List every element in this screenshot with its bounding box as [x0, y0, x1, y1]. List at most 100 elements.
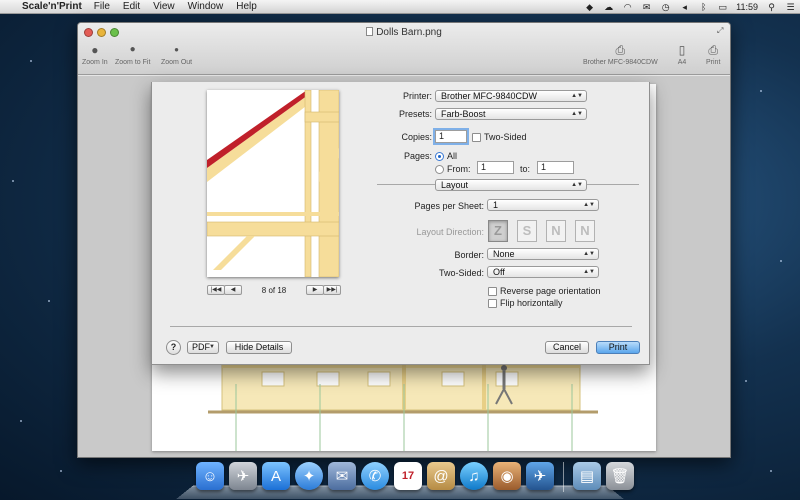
menu-view[interactable]: View — [153, 1, 175, 12]
bottom-separator — [170, 326, 632, 327]
menu-bar: Scale'n'Print File Edit View Window Help… — [0, 0, 800, 14]
pages-per-sheet-label: Pages per Sheet: — [414, 201, 484, 211]
menu-help[interactable]: Help — [236, 1, 257, 12]
battery-icon[interactable]: ▭ — [717, 2, 728, 12]
presets-label: Presets: — [398, 109, 432, 119]
scale-n-print-icon[interactable]: ✈ — [526, 462, 554, 490]
printer-popup[interactable]: Brother MFC-9840CDW ▲▼ — [435, 90, 587, 102]
zoom-to-fit-button[interactable]: ● Zoom to Fit — [115, 43, 150, 66]
print-dialog: |◀◀ ◀ 8 of 18 ▶ ▶▶| Printer: Brother MFC… — [151, 82, 650, 365]
two-sided-checkbox[interactable] — [472, 133, 481, 142]
printer-label: Printer: — [402, 91, 432, 101]
fullscreen-icon[interactable]: ⤢ — [717, 26, 726, 35]
paper-size-selector[interactable]: ▯ A4 — [675, 43, 689, 66]
popup-arrows-icon: ▲▼ — [583, 202, 595, 208]
menubar-clock[interactable]: 11:59 — [736, 2, 758, 12]
print-button[interactable]: Print — [596, 341, 640, 354]
messages-icon[interactable]: ✆ — [361, 462, 389, 490]
first-page-button[interactable]: |◀◀ — [207, 285, 225, 295]
pages-per-sheet-popup[interactable]: 1 ▲▼ — [487, 199, 599, 211]
notification-center-icon[interactable]: ☰ — [785, 2, 796, 12]
app-menu[interactable]: Scale'n'Print — [22, 1, 82, 12]
two-sided-popup[interactable]: Off ▲▼ — [487, 266, 599, 278]
presets-popup[interactable]: Farb-Boost ▲▼ — [435, 108, 587, 120]
iphoto-icon[interactable]: ◉ — [493, 462, 521, 490]
menu-file[interactable]: File — [94, 1, 110, 12]
hide-details-button[interactable]: Hide Details — [226, 341, 292, 354]
zoom-in-button[interactable]: ● Zoom In — [82, 43, 108, 66]
popup-arrows-icon: ▲▼ — [571, 111, 583, 117]
dropbox-icon[interactable]: ◆ — [584, 2, 595, 12]
person-large-icon: ● — [91, 43, 99, 57]
volume-icon[interactable]: ◂ — [679, 2, 690, 12]
zoom-out-button[interactable]: ● Zoom Out — [161, 43, 192, 66]
applications-folder-icon[interactable]: ▤ — [573, 462, 601, 490]
preview-image — [207, 90, 339, 277]
spotlight-icon[interactable]: ⚲ — [766, 2, 777, 12]
border-popup[interactable]: None ▲▼ — [487, 248, 599, 260]
wifi-icon[interactable]: ◠ — [622, 2, 633, 12]
pages-from-label: From: — [447, 164, 471, 174]
pages-all-label: All — [447, 151, 458, 161]
dock: ☺ ✈ A ✦ ✉ ✆ 17 @ ♫ ◉ ✈ ▤ 🗑 — [196, 462, 634, 496]
trash-icon[interactable]: 🗑 — [606, 462, 634, 490]
cancel-button[interactable]: Cancel — [545, 341, 589, 354]
copies-label: Copies: — [401, 132, 432, 142]
finder-icon[interactable]: ☺ — [196, 462, 224, 490]
printer-selector[interactable]: ⎙ Brother MFC-9840CDW — [583, 43, 658, 66]
itunes-icon[interactable]: ♫ — [460, 462, 488, 490]
launchpad-icon[interactable]: ✈ — [229, 462, 257, 490]
person-medium-icon: ● — [129, 44, 136, 55]
pages-to-label: to: — [520, 164, 531, 174]
pages-from-field[interactable]: 1 — [477, 161, 514, 174]
dock-separator — [563, 462, 564, 492]
flip-horizontally-label: Flip horizontally — [500, 298, 563, 308]
direction-s-button[interactable]: S — [517, 220, 537, 242]
reverse-orientation-checkbox[interactable] — [488, 287, 497, 296]
pages-all-radio[interactable] — [435, 152, 444, 161]
direction-n-reverse-button[interactable]: N — [575, 220, 595, 242]
clock-icon[interactable]: ◷ — [660, 2, 671, 12]
print-preview — [207, 90, 339, 277]
document-icon — [366, 27, 374, 36]
layout-direction-label: Layout Direction: — [416, 227, 484, 237]
window-title: Dolls Barn.png — [78, 27, 730, 38]
flip-horizontally-checkbox[interactable] — [488, 299, 497, 308]
chevron-down-icon: ▼ — [209, 344, 215, 350]
last-page-button[interactable]: ▶▶| — [323, 285, 341, 295]
popup-arrows-icon: ▲▼ — [583, 251, 595, 257]
popup-arrows-icon: ▲▼ — [583, 269, 595, 275]
next-page-button[interactable]: ▶ — [306, 285, 324, 295]
pages-to-field[interactable]: 1 — [537, 161, 574, 174]
two-sided-label: Two-Sided: — [438, 268, 484, 278]
copies-field[interactable]: 1 — [435, 130, 467, 143]
pages-label: Pages: — [403, 151, 432, 161]
page-icon: ▯ — [678, 43, 686, 57]
printer-device-icon: ⎙ — [615, 43, 626, 57]
title-bar: Dolls Barn.png ⤢ ● Zoom In ● Zoom to Fit… — [78, 23, 730, 75]
direction-n-button[interactable]: N — [546, 220, 566, 242]
pages-range-radio[interactable] — [435, 165, 444, 174]
pdf-menu-button[interactable]: PDF ▼ — [187, 341, 219, 354]
print-toolbar-button[interactable]: ⎙ Print — [706, 43, 720, 66]
reverse-orientation-label: Reverse page orientation — [500, 286, 601, 296]
safari-icon[interactable]: ✦ — [295, 462, 323, 490]
layout-section-popup[interactable]: Layout ▲▼ — [435, 179, 587, 191]
menu-edit[interactable]: Edit — [123, 1, 140, 12]
app-store-icon[interactable]: A — [262, 462, 290, 490]
bluetooth-icon[interactable]: ᛒ — [698, 2, 709, 12]
page-indicator: 8 of 18 — [261, 285, 287, 295]
calendar-icon[interactable]: 17 — [394, 462, 422, 490]
two-sided-checkbox-label: Two-Sided — [484, 132, 527, 142]
previous-page-button[interactable]: ◀ — [224, 285, 242, 295]
print-icon: ⎙ — [708, 43, 718, 57]
cloud-icon[interactable]: ☁ — [603, 2, 614, 12]
menu-window[interactable]: Window — [188, 1, 224, 12]
direction-z-button[interactable]: Z — [488, 220, 508, 242]
mail-app-icon[interactable]: ✉ — [328, 462, 356, 490]
contacts-icon[interactable]: @ — [427, 462, 455, 490]
help-button[interactable]: ? — [166, 340, 181, 355]
mail-icon[interactable]: ✉ — [641, 2, 652, 12]
popup-arrows-icon: ▲▼ — [571, 93, 583, 99]
border-label: Border: — [454, 250, 484, 260]
